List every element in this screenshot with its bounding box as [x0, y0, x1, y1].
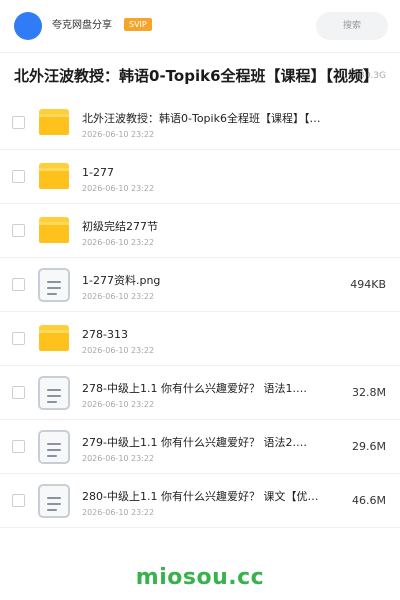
list-item[interactable]: 1-277 2026-06-10 23:22 [0, 150, 400, 204]
top-header: 夸克网盘分享 SVIP 搜索 [0, 0, 400, 52]
select-checkbox[interactable] [12, 170, 25, 183]
file-date: 2026-06-10 23:22 [82, 238, 155, 247]
select-checkbox[interactable] [12, 494, 25, 507]
list-item[interactable]: 1-277资料.png 2026-06-10 23:22 494KB [0, 258, 400, 312]
list-item[interactable]: 280-中级上1.1 你有什么兴趣爱好？ 课文【优… 2026-06-10 23:… [0, 474, 400, 528]
file-name[interactable]: 279-中级上1.1 你有什么兴趣爱好？ 语法2.… [82, 436, 326, 450]
file-date: 2026-06-10 23:22 [82, 346, 155, 355]
search-button[interactable]: 搜索 [316, 12, 388, 40]
select-checkbox[interactable] [12, 116, 25, 129]
document-icon [38, 376, 70, 410]
file-name[interactable]: 初级完结277节 [82, 220, 326, 234]
file-size: 494KB [350, 278, 386, 291]
list-item[interactable]: 278-中级上1.1 你有什么兴趣爱好？ 语法1.… 2026-06-10 23:… [0, 366, 400, 420]
select-checkbox[interactable] [12, 440, 25, 453]
file-size: 46.6M [352, 494, 386, 507]
file-date: 2026-06-10 23:22 [82, 292, 155, 301]
file-name[interactable]: 278-313 [82, 328, 326, 342]
folder-icon [39, 163, 69, 189]
folder-icon [39, 109, 69, 135]
file-date: 2026-06-10 23:22 [82, 508, 155, 517]
folder-icon [39, 325, 69, 351]
watermark: miosou.cc [135, 565, 265, 590]
file-name[interactable]: 1-277 [82, 166, 326, 180]
file-name[interactable]: 北外汪波教授：韩语0-Topik6全程班【课程】【… [82, 112, 326, 126]
page-title: 北外汪波教授：韩语0-Topik6全程班【课程】【视频】 [14, 67, 374, 85]
file-date: 2026-06-10 23:22 [82, 184, 155, 193]
select-checkbox[interactable] [12, 224, 25, 237]
list-item[interactable]: 初级完结277节 2026-06-10 23:22 [0, 204, 400, 258]
list-item[interactable]: 278-313 2026-06-10 23:22 [0, 312, 400, 366]
file-list: 北外汪波教授：韩语0-Topik6全程班【课程】【… 2026-06-10 23:… [0, 96, 400, 528]
app-name: 夸克网盘分享 [52, 20, 112, 31]
avatar[interactable] [14, 12, 42, 40]
select-checkbox[interactable] [12, 332, 25, 345]
file-name[interactable]: 278-中级上1.1 你有什么兴趣爱好？ 语法1.… [82, 382, 326, 396]
document-icon [38, 430, 70, 464]
select-checkbox[interactable] [12, 278, 25, 291]
document-icon [38, 268, 70, 302]
svip-badge: SVIP [124, 18, 152, 31]
file-name[interactable]: 1-277资料.png [82, 274, 326, 288]
list-item[interactable]: 北外汪波教授：韩语0-Topik6全程班【课程】【… 2026-06-10 23:… [0, 96, 400, 150]
file-date: 2026-06-10 23:22 [82, 454, 155, 463]
list-item[interactable]: 279-中级上1.1 你有什么兴趣爱好？ 语法2.… 2026-06-10 23:… [0, 420, 400, 474]
file-date: 2026-06-10 23:22 [82, 400, 155, 409]
share-title-bar: 共30.3G 北外汪波教授：韩语0-Topik6全程班【课程】【视频】 [0, 53, 400, 99]
file-size: 32.8M [352, 386, 386, 399]
file-size: 29.6M [352, 440, 386, 453]
file-name[interactable]: 280-中级上1.1 你有什么兴趣爱好？ 课文【优… [82, 490, 326, 504]
select-checkbox[interactable] [12, 386, 25, 399]
file-date: 2026-06-10 23:22 [82, 130, 155, 139]
folder-icon [39, 217, 69, 243]
document-icon [38, 484, 70, 518]
